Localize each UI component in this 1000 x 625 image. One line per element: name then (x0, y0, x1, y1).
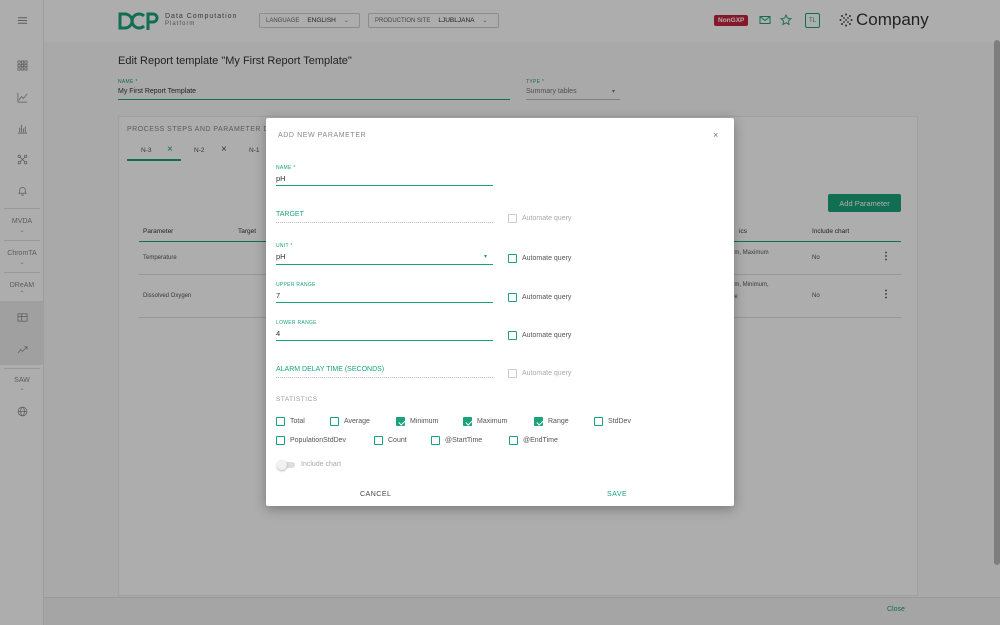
checkbox[interactable] (594, 417, 603, 426)
caret-down-icon[interactable]: ▾ (484, 253, 487, 260)
stat-label: Total (290, 418, 305, 425)
unit-select[interactable]: pH (276, 252, 286, 261)
stat-label: @EndTime (523, 437, 558, 444)
stat-total[interactable]: Total (276, 417, 305, 426)
name-label: NAME * (276, 165, 296, 171)
checkbox[interactable] (508, 254, 517, 263)
target-automate-query[interactable]: Automate query (508, 214, 571, 223)
upper-range-underline (276, 302, 493, 303)
stat-range[interactable]: Range (534, 417, 569, 426)
checkbox[interactable] (330, 417, 339, 426)
add-parameter-dialog: ADD NEW PARAMETER × NAME * pH TARGET Aut… (266, 118, 734, 506)
stat-label: Count (388, 437, 407, 444)
checkbox[interactable] (431, 436, 440, 445)
stat-label: Average (344, 418, 370, 425)
statistics-title: STATISTICS (276, 396, 318, 403)
checkbox-checked[interactable] (534, 417, 543, 426)
checkbox[interactable] (508, 331, 517, 340)
unit-automate-query[interactable]: Automate query (508, 254, 571, 263)
stat-label: PopulationStdDev (290, 437, 347, 444)
stat-populationstddev[interactable]: PopulationStdDev (276, 436, 346, 445)
scrollbar[interactable] (994, 40, 1000, 565)
toggle-track[interactable] (277, 459, 295, 470)
stat-label: Maximum (477, 418, 508, 425)
stat-count[interactable]: Count (374, 436, 407, 445)
name-input[interactable]: pH (276, 174, 286, 183)
stat-minimum[interactable]: Minimum (396, 417, 438, 426)
close-icon[interactable]: × (713, 130, 718, 140)
include-chart-toggle[interactable]: Include chart (277, 459, 342, 470)
automate-query-label: Automate query (522, 294, 572, 301)
stat-label: @StartTime (445, 437, 483, 444)
checkbox[interactable] (374, 436, 383, 445)
upper-range-label: UPPER RANGE (276, 282, 316, 288)
name-underline (276, 185, 493, 186)
lower-automate-query[interactable]: Automate query (508, 331, 571, 340)
save-button[interactable]: SAVE (607, 491, 627, 498)
automate-query-label: Automate query (522, 332, 572, 339)
automate-query-label: Automate query (522, 370, 572, 377)
dialog-title: ADD NEW PARAMETER (278, 132, 367, 139)
stat-starttime[interactable]: @StartTime (431, 436, 482, 445)
checkbox[interactable] (508, 293, 517, 302)
lower-range-label: LOWER RANGE (276, 320, 317, 326)
checkbox[interactable] (276, 436, 285, 445)
alarm-automate-query[interactable]: Automate query (508, 369, 571, 378)
lower-range-input[interactable]: 4 (276, 329, 280, 338)
stat-label: StdDev (608, 418, 631, 425)
stat-average[interactable]: Average (330, 417, 370, 426)
stat-stddev[interactable]: StdDev (594, 417, 631, 426)
alarm-delay-underline (276, 377, 493, 378)
checkbox-checked[interactable] (463, 417, 472, 426)
stat-endtime[interactable]: @EndTime (509, 436, 558, 445)
checkbox-checked[interactable] (396, 417, 405, 426)
stat-label: Minimum (410, 418, 439, 425)
checkbox[interactable] (276, 417, 285, 426)
stat-maximum[interactable]: Maximum (463, 417, 507, 426)
toggle-knob (277, 459, 287, 470)
upper-range-input[interactable]: 7 (276, 291, 280, 300)
automate-query-label: Automate query (522, 215, 572, 222)
unit-underline (276, 264, 493, 265)
include-chart-label: Include chart (301, 461, 342, 468)
target-underline (276, 222, 493, 223)
automate-query-label: Automate query (522, 255, 572, 262)
alarm-delay-input[interactable]: ALARM DELAY TIME (SECONDS) (276, 366, 384, 373)
unit-label: UNIT * (276, 243, 293, 249)
lower-range-underline (276, 340, 493, 341)
stat-label: Range (548, 418, 569, 425)
cancel-button[interactable]: CANCEL (360, 491, 391, 498)
target-input[interactable]: TARGET (276, 211, 304, 218)
checkbox[interactable] (508, 369, 517, 378)
checkbox[interactable] (508, 214, 517, 223)
upper-automate-query[interactable]: Automate query (508, 293, 571, 302)
checkbox[interactable] (509, 436, 518, 445)
